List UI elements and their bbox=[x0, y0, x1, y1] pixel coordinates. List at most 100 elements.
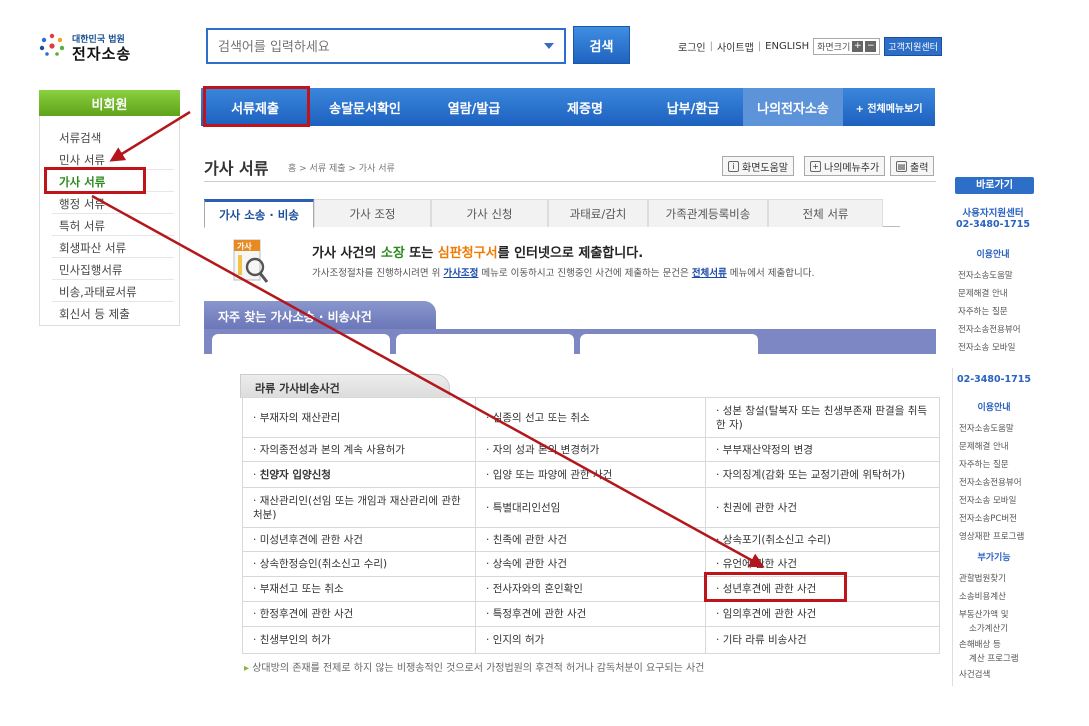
table-cell[interactable]: · 기타 라류 비송사건 bbox=[705, 626, 940, 654]
customer-center-button[interactable]: 고객지원센터 bbox=[884, 37, 942, 56]
sidebar-item-bankruptcy[interactable]: 회생파산 서류 bbox=[59, 240, 126, 256]
table-cell[interactable]: · 부재선고 또는 취소 bbox=[242, 576, 476, 602]
usage-guide-header: 이용안내 bbox=[976, 250, 1010, 260]
login-link[interactable]: 로그인 bbox=[678, 39, 706, 54]
sidebar-item-document-search[interactable]: 서류검색 bbox=[59, 130, 101, 146]
document-search-icon: 가사 bbox=[233, 239, 269, 283]
table-cell[interactable]: · 상속에 관한 사건 bbox=[475, 551, 706, 577]
sidebar-item-patent[interactable]: 특허 서류 bbox=[59, 218, 105, 234]
add-my-menu-button[interactable]: + 나의메뉴추가 bbox=[804, 156, 886, 176]
table-cell[interactable]: · 부재자의 재산관리 bbox=[242, 397, 476, 438]
court-logo[interactable]: 대한민국 법원 전자소송 bbox=[38, 30, 138, 64]
quick-link[interactable]: 전자소송 모바일 bbox=[958, 341, 1015, 353]
zoom-out-icon[interactable]: − bbox=[865, 41, 877, 52]
tab-family-registry[interactable]: 가족관계등록비송 bbox=[648, 199, 768, 227]
nav-item-delivery[interactable]: 송달문서확인 bbox=[309, 88, 421, 126]
sidebar-item-reply-submit[interactable]: 회신서 등 제출 bbox=[59, 306, 130, 322]
print-button[interactable]: ▤ 출력 bbox=[890, 156, 935, 176]
cell-text: 기타 라류 비송사건 bbox=[722, 634, 807, 646]
table-cell[interactable]: · 입양 또는 파양에 관한 사건 bbox=[475, 461, 706, 488]
faq-subtab[interactable] bbox=[212, 334, 390, 354]
help-button[interactable]: i 화면도움말 bbox=[722, 156, 794, 176]
nav-item-my-ecourt[interactable]: 나의전자소송 bbox=[743, 88, 843, 126]
quick-link[interactable]: 소송비용계산 bbox=[959, 590, 1006, 602]
highlight-box-submit bbox=[203, 86, 310, 127]
table-cell[interactable]: · 상속포기(취소신고 수리) bbox=[705, 527, 940, 552]
chevron-down-icon[interactable] bbox=[544, 43, 554, 49]
table-cell[interactable]: · 인지의 허가 bbox=[475, 626, 706, 654]
bookmark-icon: + bbox=[810, 160, 821, 172]
quick-link[interactable]: 사건검색 bbox=[959, 668, 990, 680]
table-cell[interactable]: · 임의후견에 관한 사건 bbox=[705, 601, 940, 627]
cell-text: 친양자 입양신청 bbox=[259, 468, 331, 481]
zoom-control: 화면크기 + − bbox=[813, 38, 881, 55]
quick-link[interactable]: 관할법원찾기 bbox=[959, 572, 1006, 584]
tab-fine-detention[interactable]: 과태료/감치 bbox=[548, 199, 648, 227]
table-cell[interactable]: · 상속한정승인(취소신고 수리) bbox=[242, 551, 476, 577]
table-cell[interactable]: · 성본 창설(탈북자 또는 친생부존재 판결을 취득한 자) bbox=[705, 397, 940, 438]
quick-link[interactable]: 손해배상 등 bbox=[959, 638, 1001, 650]
sidebar-item-non-litigation[interactable]: 비송,과태료서류 bbox=[59, 284, 137, 300]
table-cell[interactable]: · 친생부인의 허가 bbox=[242, 626, 476, 654]
table-cell[interactable]: · 미성년후견에 관한 사건 bbox=[242, 527, 476, 552]
nav-item-payment[interactable]: 납부/환급 bbox=[643, 88, 743, 126]
nav-item-certificate[interactable]: 제증명 bbox=[527, 88, 643, 126]
search-button[interactable]: 검색 bbox=[573, 26, 630, 64]
quick-link[interactable]: 영상재판 프로그램 bbox=[959, 530, 1024, 542]
table-cell[interactable]: · 실종의 선고 또는 취소 bbox=[475, 397, 706, 438]
tab-family-litigation[interactable]: 가사 소송 · 비송 bbox=[204, 199, 314, 228]
table-cell[interactable]: · 부부재산약정의 변경 bbox=[705, 437, 940, 462]
quick-link[interactable]: 전자소송도움말 bbox=[958, 269, 1013, 281]
tab-family-application[interactable]: 가사 신청 bbox=[431, 199, 548, 227]
cell-text: 미성년후견에 관한 사건 bbox=[259, 533, 363, 546]
inset-tab[interactable]: 라류 가사비송사건 bbox=[240, 374, 450, 398]
table-cell[interactable]: · 자의종전성과 본의 계속 사용허가 bbox=[242, 437, 476, 462]
table-cell[interactable]: · 한정후견에 관한 사건 bbox=[242, 601, 476, 627]
quick-link[interactable]: 계산 프로그램 bbox=[969, 652, 1019, 664]
sitemap-link[interactable]: 사이트맵 bbox=[717, 39, 754, 54]
breadcrumb: 홈 > 서류 제출 > 가사 서류 bbox=[288, 164, 395, 174]
faq-subtab[interactable] bbox=[396, 334, 574, 354]
case-type-table: · 부재자의 재산관리 · 실종의 선고 또는 취소 · 성본 창설(탈북자 또… bbox=[242, 397, 940, 654]
tab-family-mediation[interactable]: 가사 조정 bbox=[314, 199, 431, 227]
mediation-link[interactable]: 가사조정 bbox=[443, 268, 478, 279]
search-input[interactable] bbox=[218, 36, 528, 58]
table-cell[interactable]: · 특별대리인선임 bbox=[475, 487, 706, 528]
quick-link[interactable]: 문제해결 안내 bbox=[959, 440, 1009, 452]
search-box[interactable] bbox=[206, 28, 566, 64]
quick-link[interactable]: 전자소송도움말 bbox=[959, 422, 1014, 434]
divider bbox=[52, 213, 174, 214]
quick-link[interactable]: 전자소송 모바일 bbox=[959, 494, 1016, 506]
nav-item-view-issue[interactable]: 열람/발급 bbox=[421, 88, 527, 126]
sidebar-item-civil-execution[interactable]: 민사집행서류 bbox=[59, 262, 122, 278]
table-cell[interactable]: · 친양자 입양신청 bbox=[242, 461, 476, 488]
quick-link[interactable]: 문제해결 안내 bbox=[958, 287, 1008, 299]
top-links: 로그인 | 사이트맵 | ENGLISH 화면크기 + − 고객지원센터 bbox=[678, 37, 942, 56]
quick-link[interactable]: 전자소송PC버전 bbox=[959, 512, 1017, 524]
tab-all-documents[interactable]: 전체 서류 bbox=[768, 199, 883, 227]
quick-link[interactable]: 전자소송전용뷰어 bbox=[959, 476, 1022, 488]
sidebar-item-civil[interactable]: 민사 서류 bbox=[59, 152, 105, 168]
table-cell[interactable]: · 특정후견에 관한 사건 bbox=[475, 601, 706, 627]
quick-link[interactable]: 부동산가액 및 bbox=[959, 608, 1009, 620]
table-cell[interactable]: · 자의징계(감화 또는 교정기관에 위탁허가) bbox=[705, 461, 940, 488]
quick-link[interactable]: 전자소송전용뷰어 bbox=[958, 323, 1021, 335]
all-menu-button[interactable]: + 전체메뉴보기 bbox=[843, 88, 935, 126]
cell-text: 유언에 관한 사건 bbox=[722, 558, 797, 570]
support-center-label[interactable]: 사용자지원센터 bbox=[952, 205, 1034, 219]
table-cell[interactable]: · 재산관리인(선임 또는 개임과 재산관리에 관한 처분) bbox=[242, 487, 476, 528]
divider: | bbox=[757, 41, 762, 52]
table-cell[interactable]: · 친족에 관한 사건 bbox=[475, 527, 706, 552]
quick-link[interactable]: 소가계산기 bbox=[969, 622, 1008, 634]
table-cell[interactable]: · 친권에 관한 사건 bbox=[705, 487, 940, 528]
all-documents-link[interactable]: 전체서류 bbox=[692, 268, 727, 279]
info-title-complaint: 소장 bbox=[380, 246, 405, 261]
sidebar-item-administrative[interactable]: 행정 서류 bbox=[59, 196, 105, 212]
table-cell[interactable]: · 전사자와의 혼인확인 bbox=[475, 576, 706, 602]
zoom-in-icon[interactable]: + bbox=[852, 41, 864, 52]
table-cell[interactable]: · 자의 성과 본의 변경허가 bbox=[475, 437, 706, 462]
faq-subtab[interactable] bbox=[580, 334, 758, 354]
quick-link[interactable]: 자주하는 질문 bbox=[958, 305, 1008, 317]
english-link[interactable]: ENGLISH bbox=[765, 41, 809, 52]
quick-link[interactable]: 자주하는 질문 bbox=[959, 458, 1009, 470]
